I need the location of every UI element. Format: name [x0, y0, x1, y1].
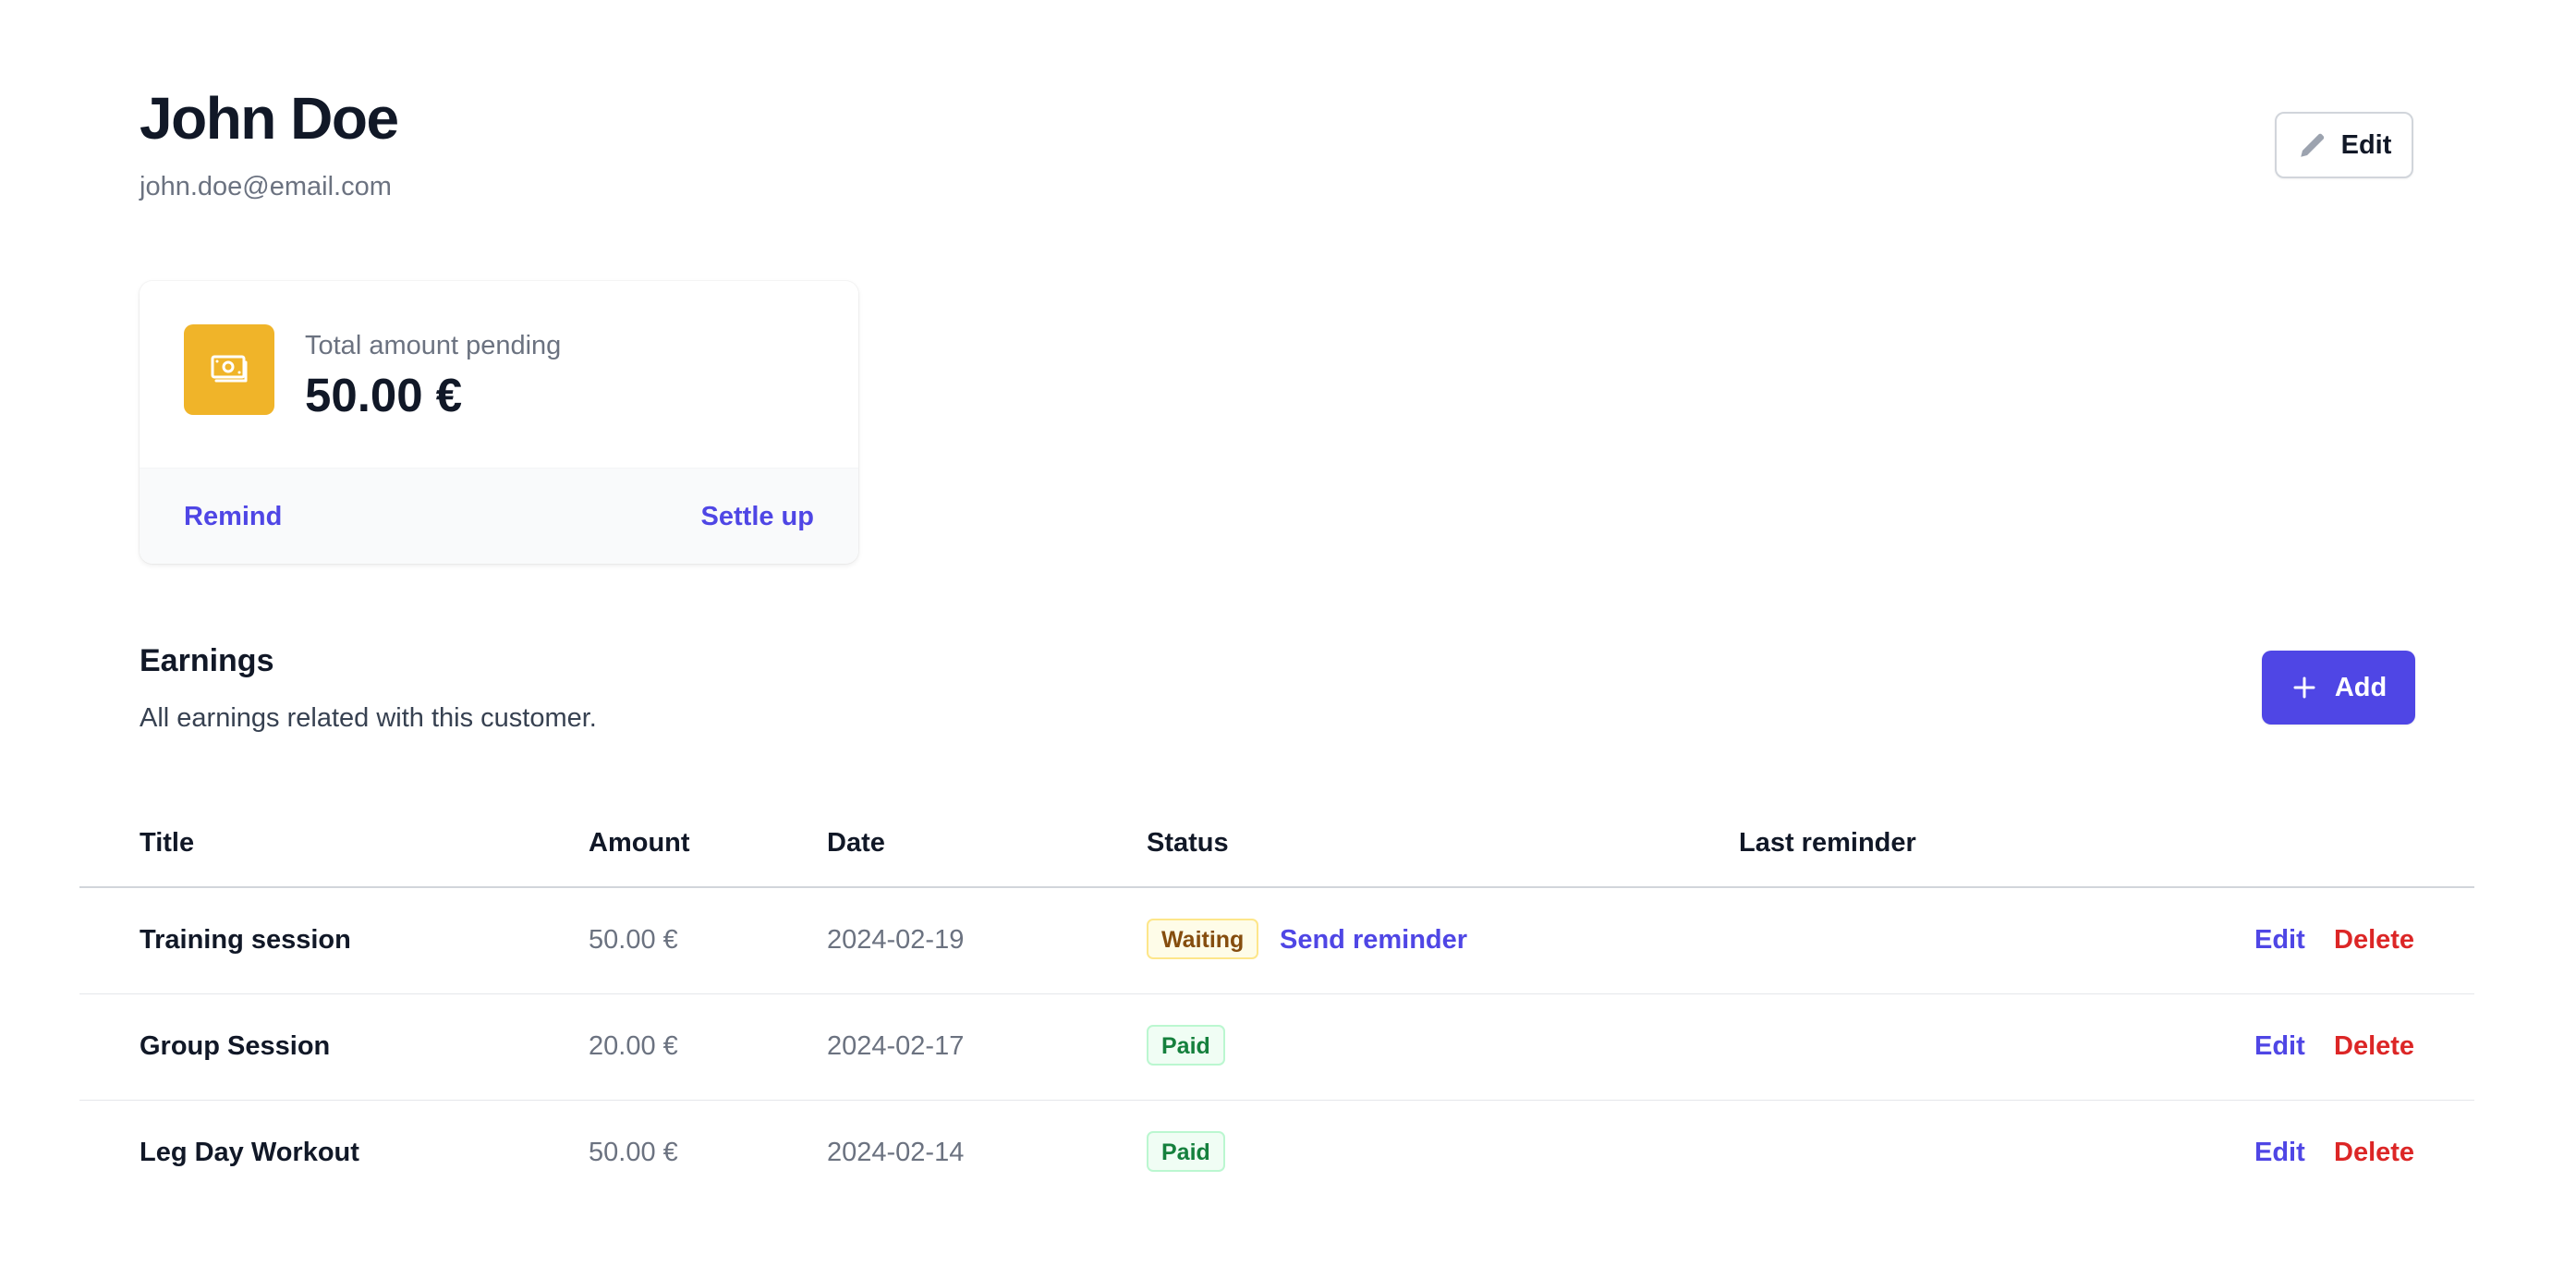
plus-icon: [2293, 676, 2315, 699]
row-amount: 20.00 €: [589, 1031, 678, 1061]
table-row: Training session 50.00 € 2024-02-19 Wait…: [79, 888, 2474, 994]
table-row: Group Session 20.00 € 2024-02-17 Paid Ed…: [79, 994, 2474, 1101]
pending-icon-box: [184, 324, 274, 415]
row-amount: 50.00 €: [589, 925, 678, 955]
edit-customer-label: Edit: [2340, 129, 2392, 160]
earnings-subtitle: All earnings related with this customer.: [140, 703, 597, 733]
row-date: 2024-02-17: [827, 1031, 965, 1061]
edit-customer-button[interactable]: Edit: [2275, 112, 2413, 178]
row-title: Training session: [140, 925, 351, 955]
earnings-title: Earnings: [140, 643, 274, 678]
row-date: 2024-02-19: [827, 925, 965, 955]
row-delete-link[interactable]: Delete: [2334, 921, 2414, 958]
column-header-status: Status: [1147, 828, 1229, 858]
row-edit-link[interactable]: Edit: [2254, 921, 2305, 958]
customer-email: john.doe@email.com: [140, 172, 392, 201]
status-badge: Paid: [1147, 1025, 1225, 1066]
customer-name: John Doe: [140, 85, 399, 152]
column-header-last-reminder: Last reminder: [1739, 828, 1916, 858]
row-title: Leg Day Workout: [140, 1138, 359, 1167]
add-earning-button[interactable]: Add: [2262, 651, 2415, 725]
column-header-amount: Amount: [589, 828, 690, 858]
row-date: 2024-02-14: [827, 1138, 965, 1167]
row-delete-link[interactable]: Delete: [2334, 1028, 2414, 1065]
pending-amount: 50.00 €: [305, 369, 463, 421]
column-header-date: Date: [827, 828, 885, 858]
pencil-icon: [2300, 133, 2324, 157]
send-reminder-link[interactable]: Send reminder: [1280, 921, 1467, 958]
row-delete-link[interactable]: Delete: [2334, 1134, 2414, 1171]
row-title: Group Session: [140, 1031, 331, 1061]
pending-card-body: Total amount pending 50.00 €: [140, 281, 858, 468]
customer-detail-page: John Doe john.doe@email.com Edit Total a…: [0, 0, 2576, 1279]
row-edit-link[interactable]: Edit: [2254, 1028, 2305, 1065]
pending-amount-card: Total amount pending 50.00 € Remind Sett…: [140, 281, 858, 564]
pending-label: Total amount pending: [305, 331, 562, 360]
remind-link[interactable]: Remind: [184, 498, 282, 535]
settle-up-link[interactable]: Settle up: [701, 498, 814, 535]
status-badge: Paid: [1147, 1131, 1225, 1172]
status-badge: Waiting: [1147, 919, 1259, 959]
banknote-icon: [211, 355, 248, 383]
row-amount: 50.00 €: [589, 1138, 678, 1167]
table-row: Leg Day Workout 50.00 € 2024-02-14 Paid …: [79, 1101, 2474, 1207]
add-earning-label: Add: [2334, 672, 2388, 702]
column-header-title: Title: [140, 828, 195, 858]
pending-card-footer: Remind Settle up: [140, 468, 858, 564]
row-edit-link[interactable]: Edit: [2254, 1134, 2305, 1171]
